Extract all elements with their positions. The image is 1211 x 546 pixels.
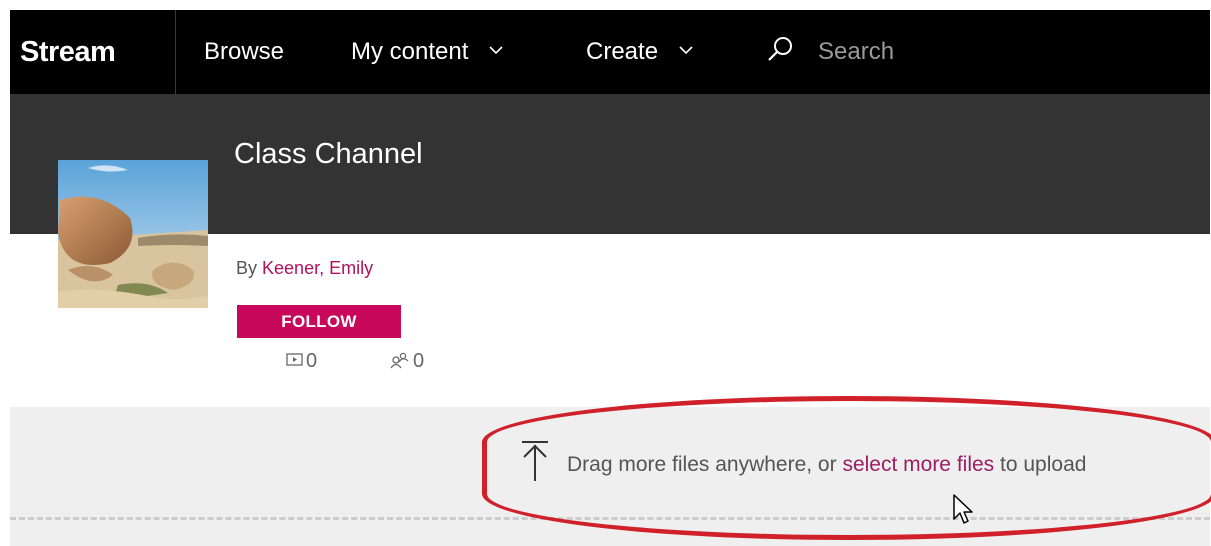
drop-zone-border [10, 517, 1210, 520]
nav-create[interactable]: Create [586, 10, 693, 94]
channel-thumbnail [58, 160, 208, 308]
upload-instructions: Drag more files anywhere, or select more… [567, 453, 1086, 477]
owner-link[interactable]: Keener, Emily [262, 258, 373, 278]
chevron-down-icon [679, 46, 693, 55]
follower-count: 0 [413, 350, 425, 372]
stream-window: Stream Browse My content Create Class Ch… [10, 10, 1210, 546]
video-icon [286, 353, 303, 366]
stream-logo[interactable]: Stream [10, 10, 176, 94]
mouse-pointer-icon [953, 494, 973, 524]
channel-owner: By Keener, Emily [236, 258, 373, 279]
nav-browse[interactable]: Browse [204, 10, 284, 94]
owner-prefix: By [236, 258, 258, 278]
nav-my-content-label: My content [351, 38, 469, 65]
upload-drop-zone[interactable]: Drag more files anywhere, or select more… [10, 407, 1210, 546]
video-count: 0 [306, 350, 318, 372]
chevron-down-icon [489, 46, 503, 55]
search-icon[interactable] [764, 34, 796, 66]
search-input[interactable] [818, 34, 1118, 70]
select-more-files-link[interactable]: select more files [842, 453, 994, 476]
upload-text-before: Drag more files anywhere, or [567, 453, 837, 476]
upload-text-after: to upload [1000, 453, 1087, 476]
nav-browse-label: Browse [204, 38, 285, 65]
followers-icon [390, 352, 409, 369]
follow-button[interactable]: FOLLOW [237, 305, 401, 338]
top-navigation-bar: Stream Browse My content Create [10, 10, 1210, 94]
nav-create-label: Create [586, 38, 659, 65]
follower-count-stat: 0 [390, 350, 424, 374]
channel-title: Class Channel [234, 138, 423, 170]
upload-icon [522, 441, 548, 481]
video-count-stat: 0 [286, 350, 317, 374]
nav-my-content[interactable]: My content [351, 10, 503, 94]
